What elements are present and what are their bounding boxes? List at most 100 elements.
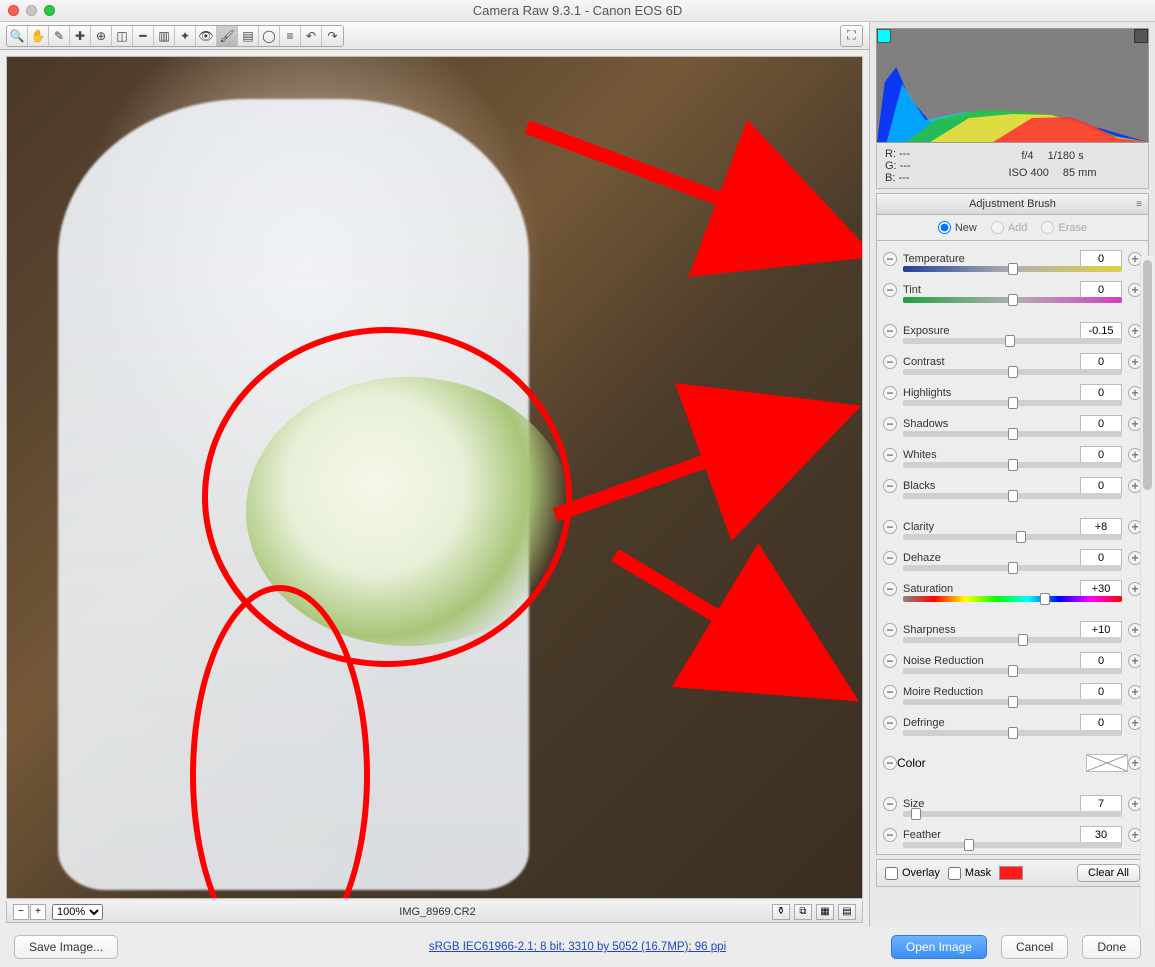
- straighten-tool-icon[interactable]: ━: [133, 26, 154, 46]
- image-canvas[interactable]: [6, 56, 863, 899]
- feather-slider: − Feather +: [877, 819, 1148, 850]
- shadow-clip-warning-icon[interactable]: [877, 29, 891, 43]
- fullscreen-icon[interactable]: ⛶: [841, 26, 862, 46]
- spot-removal-tool-icon[interactable]: ✦: [175, 26, 196, 46]
- noise-value-input[interactable]: [1080, 652, 1122, 670]
- minus-icon[interactable]: −: [883, 716, 897, 730]
- color-swatch[interactable]: [1086, 754, 1128, 772]
- slider-track[interactable]: [903, 842, 1122, 848]
- slider-track[interactable]: [903, 565, 1122, 571]
- minus-icon[interactable]: −: [883, 582, 897, 596]
- minus-icon[interactable]: −: [883, 797, 897, 811]
- minus-icon[interactable]: −: [883, 355, 897, 369]
- highlights-value-input[interactable]: [1080, 384, 1122, 402]
- zoom-tool-icon[interactable]: 🔍: [7, 26, 28, 46]
- slider-track[interactable]: [903, 266, 1122, 272]
- histogram[interactable]: [876, 28, 1149, 143]
- minus-icon[interactable]: −: [883, 551, 897, 565]
- contrast-value-input[interactable]: [1080, 353, 1122, 371]
- whites-value-input[interactable]: [1080, 446, 1122, 464]
- minus-icon[interactable]: −: [883, 324, 897, 338]
- slider-track[interactable]: [903, 462, 1122, 468]
- slider-track[interactable]: [903, 811, 1122, 817]
- size-value-input[interactable]: [1080, 795, 1122, 813]
- minus-icon[interactable]: −: [883, 479, 897, 493]
- mode-add-radio[interactable]: Add: [991, 221, 1028, 234]
- slider-track[interactable]: [903, 431, 1122, 437]
- sharpness-value-input[interactable]: [1080, 621, 1122, 639]
- highlight-clip-warning-icon[interactable]: [1134, 29, 1148, 43]
- slider-track[interactable]: [903, 668, 1122, 674]
- slider-track[interactable]: [903, 534, 1122, 540]
- defringe-value-input[interactable]: [1080, 714, 1122, 732]
- minus-icon[interactable]: −: [883, 283, 897, 297]
- minus-icon[interactable]: −: [883, 828, 897, 842]
- exposure-value-input[interactable]: [1080, 322, 1122, 340]
- slider-thumb[interactable]: [1008, 727, 1018, 739]
- thumbnails-icon[interactable]: ▤: [838, 904, 856, 920]
- slider-track[interactable]: [903, 637, 1122, 643]
- radial-filter-tool-icon[interactable]: ◯: [259, 26, 280, 46]
- overlay-checkbox[interactable]: Overlay: [885, 867, 940, 880]
- tint-value-input[interactable]: [1080, 281, 1122, 299]
- save-image-button[interactable]: Save Image...: [14, 935, 118, 959]
- cancel-button[interactable]: Cancel: [1001, 935, 1068, 959]
- hand-tool-icon[interactable]: ✋: [28, 26, 49, 46]
- minus-icon[interactable]: −: [883, 756, 897, 770]
- slider-track[interactable]: [903, 369, 1122, 375]
- slider-track[interactable]: [903, 596, 1122, 602]
- transform-tool-icon[interactable]: ▥: [154, 26, 175, 46]
- slider-track[interactable]: [903, 493, 1122, 499]
- temperature-value-input[interactable]: [1080, 250, 1122, 268]
- slider-thumb[interactable]: [1040, 593, 1050, 605]
- slider-thumb[interactable]: [964, 839, 974, 851]
- zoom-out-button[interactable]: −: [13, 904, 29, 920]
- saturation-value-input[interactable]: [1080, 580, 1122, 598]
- open-image-button[interactable]: Open Image: [891, 935, 987, 959]
- mode-new-radio[interactable]: New: [938, 221, 977, 234]
- compare-icon[interactable]: ⧉: [794, 904, 812, 920]
- minus-icon[interactable]: −: [883, 448, 897, 462]
- dehaze-value-input[interactable]: [1080, 549, 1122, 567]
- white-balance-tool-icon[interactable]: ✎: [49, 26, 70, 46]
- crop-tool-icon[interactable]: ◫: [112, 26, 133, 46]
- slider-thumb[interactable]: [1008, 490, 1018, 502]
- clear-all-button[interactable]: Clear All: [1077, 864, 1140, 882]
- panel-scrollbar[interactable]: [1140, 256, 1154, 927]
- slider-track[interactable]: [903, 699, 1122, 705]
- preview-icon[interactable]: ▦: [816, 904, 834, 920]
- mask-color-swatch[interactable]: [999, 866, 1023, 880]
- done-button[interactable]: Done: [1082, 935, 1141, 959]
- minus-icon[interactable]: −: [883, 520, 897, 534]
- presets-tool-icon[interactable]: ≡: [280, 26, 301, 46]
- adjustment-brush-tool-icon[interactable]: 🖌: [217, 26, 238, 46]
- minus-icon[interactable]: −: [883, 417, 897, 431]
- zoom-select[interactable]: 100%: [52, 904, 103, 920]
- slider-track[interactable]: [903, 730, 1122, 736]
- mask-checkbox[interactable]: Mask: [948, 867, 991, 880]
- feather-value-input[interactable]: [1080, 826, 1122, 844]
- minus-icon[interactable]: −: [883, 386, 897, 400]
- rotate-cw-icon[interactable]: ↷: [322, 26, 343, 46]
- minus-icon[interactable]: −: [883, 654, 897, 668]
- minus-icon[interactable]: −: [883, 685, 897, 699]
- filter-icon[interactable]: ⚱: [772, 904, 790, 920]
- slider-track[interactable]: [903, 297, 1122, 303]
- moire-value-input[interactable]: [1080, 683, 1122, 701]
- graduated-filter-tool-icon[interactable]: ▤: [238, 26, 259, 46]
- minus-icon[interactable]: −: [883, 252, 897, 266]
- mode-erase-radio[interactable]: Erase: [1041, 221, 1087, 234]
- target-adjust-tool-icon[interactable]: ⊕: [91, 26, 112, 46]
- zoom-in-button[interactable]: +: [30, 904, 46, 920]
- clarity-value-input[interactable]: [1080, 518, 1122, 536]
- blacks-value-input[interactable]: [1080, 477, 1122, 495]
- minus-icon[interactable]: −: [883, 623, 897, 637]
- color-sampler-tool-icon[interactable]: ✚: [70, 26, 91, 46]
- slider-thumb[interactable]: [1008, 294, 1018, 306]
- slider-track[interactable]: [903, 400, 1122, 406]
- rotate-ccw-icon[interactable]: ↶: [301, 26, 322, 46]
- slider-track[interactable]: [903, 338, 1122, 344]
- shadows-value-input[interactable]: [1080, 415, 1122, 433]
- red-eye-tool-icon[interactable]: 👁: [196, 26, 217, 46]
- panel-menu-icon[interactable]: ≡: [1136, 199, 1142, 210]
